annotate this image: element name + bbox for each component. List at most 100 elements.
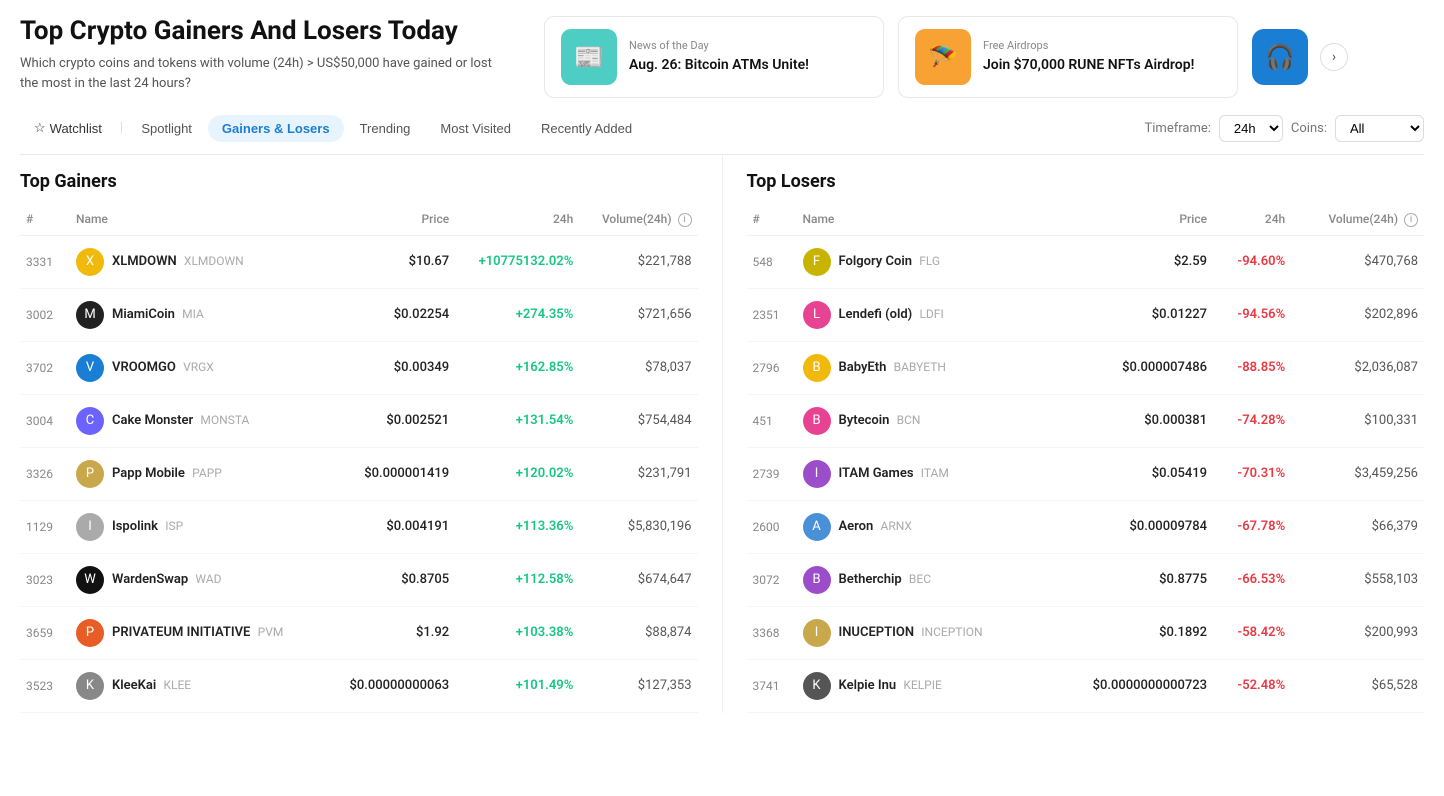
news-card-1[interactable]: 📰 News of the Day Aug. 26: Bitcoin ATMs … xyxy=(544,16,884,98)
star-icon: ☆ xyxy=(34,120,46,136)
losers-rank-8: 3741 xyxy=(747,659,797,712)
losers-volume-5: $66,379 xyxy=(1291,500,1424,553)
news-card-2[interactable]: 🪂 Free Airdrops Join $70,000 RUNE NFTs A… xyxy=(898,16,1238,98)
losers-col-price: Price xyxy=(1048,204,1213,235)
gainers-change-3: +131.54% xyxy=(455,394,579,447)
losers-row[interactable]: 451 B Bytecoin BCN $0.000381 -74.28% $10… xyxy=(747,394,1425,447)
gainers-row[interactable]: 3002 M MiamiCoin MIA $0.02254 +274.35% $… xyxy=(20,288,698,341)
losers-row[interactable]: 2600 A Aeron ARNX $0.00009784 -67.78% $6… xyxy=(747,500,1425,553)
losers-name-2[interactable]: B BabyEth BABYETH xyxy=(797,341,1048,394)
gainers-volume-4: $231,791 xyxy=(579,447,697,500)
gainers-change-7: +103.38% xyxy=(455,606,579,659)
losers-rank-3: 451 xyxy=(747,394,797,447)
gainers-rank-7: 3659 xyxy=(20,606,70,659)
losers-name-4[interactable]: I ITAM Games ITAM xyxy=(797,447,1048,500)
losers-row[interactable]: 3072 B Betherchip BEC $0.8775 -66.53% $5… xyxy=(747,553,1425,606)
losers-row[interactable]: 2796 B BabyEth BABYETH $0.000007486 -88.… xyxy=(747,341,1425,394)
gainers-volume-3: $754,484 xyxy=(579,394,697,447)
gainers-row[interactable]: 3023 W WardenSwap WAD $0.8705 +112.58% $… xyxy=(20,553,698,606)
losers-name-6[interactable]: B Betherchip BEC xyxy=(797,553,1048,606)
losers-change-7: -58.42% xyxy=(1213,606,1291,659)
timeframe-select[interactable]: 24h 1h 7d xyxy=(1219,115,1283,142)
losers-row[interactable]: 2351 L Lendefi (old) LDFI $0.01227 -94.5… xyxy=(747,288,1425,341)
losers-name-5[interactable]: A Aeron ARNX xyxy=(797,500,1048,553)
gainers-change-1: +274.35% xyxy=(455,288,579,341)
losers-rank-1: 2351 xyxy=(747,288,797,341)
losers-name-8[interactable]: K Kelpie Inu KELPIE xyxy=(797,659,1048,712)
gainers-volume-8: $127,353 xyxy=(579,659,697,712)
losers-col-change: 24h xyxy=(1213,204,1291,235)
gainers-name-2[interactable]: V VROOMGO VRGX xyxy=(70,341,325,394)
gainers-price-7: $1.92 xyxy=(325,606,455,659)
gainers-name-5[interactable]: I Ispolink ISP xyxy=(70,500,325,553)
losers-volume-info-icon[interactable]: i xyxy=(1404,213,1418,227)
gainers-change-4: +120.02% xyxy=(455,447,579,500)
gainers-row[interactable]: 3659 P PRIVATEUM INITIATIVE PVM $1.92 +1… xyxy=(20,606,698,659)
losers-name-0[interactable]: F Folgory Coin FLG xyxy=(797,235,1048,288)
app-icon: 🎧 xyxy=(1252,29,1308,85)
news-card-2-label: Free Airdrops xyxy=(983,39,1194,52)
gainers-price-0: $10.67 xyxy=(325,235,455,288)
gainers-volume-2: $78,037 xyxy=(579,341,697,394)
gainers-change-6: +112.58% xyxy=(455,553,579,606)
tab-gainers-losers[interactable]: Gainers & Losers xyxy=(208,115,344,142)
losers-change-1: -94.56% xyxy=(1213,288,1291,341)
timeframe-label: Timeframe: xyxy=(1145,121,1211,136)
gainers-name-1[interactable]: M MiamiCoin MIA xyxy=(70,288,325,341)
losers-row[interactable]: 3368 I INUCEPTION INCEPTION $0.1892 -58.… xyxy=(747,606,1425,659)
losers-col-name: Name xyxy=(797,204,1048,235)
gainers-change-2: +162.85% xyxy=(455,341,579,394)
losers-price-7: $0.1892 xyxy=(1048,606,1213,659)
gainers-name-8[interactable]: K KleeKai KLEE xyxy=(70,659,325,712)
tab-most-visited[interactable]: Most Visited xyxy=(426,115,525,142)
losers-name-1[interactable]: L Lendefi (old) LDFI xyxy=(797,288,1048,341)
losers-name-7[interactable]: I INUCEPTION INCEPTION xyxy=(797,606,1048,659)
coins-select[interactable]: All Top 100 xyxy=(1335,115,1424,142)
tab-recently-added[interactable]: Recently Added xyxy=(527,115,646,142)
gainers-col-change: 24h xyxy=(455,204,579,235)
losers-name-3[interactable]: B Bytecoin BCN xyxy=(797,394,1048,447)
news-card-1-icon: 📰 xyxy=(561,29,617,85)
losers-volume-2: $2,036,087 xyxy=(1291,341,1424,394)
gainers-col-price: Price xyxy=(325,204,455,235)
gainers-rank-1: 3002 xyxy=(20,288,70,341)
gainers-row[interactable]: 3702 V VROOMGO VRGX $0.00349 +162.85% $7… xyxy=(20,341,698,394)
gainers-row[interactable]: 3004 C Cake Monster MONSTA $0.002521 +13… xyxy=(20,394,698,447)
coins-label: Coins: xyxy=(1291,121,1327,136)
gainers-row[interactable]: 3331 X XLMDOWN XLMDOWN $10.67 +10775132.… xyxy=(20,235,698,288)
gainers-volume-5: $5,830,196 xyxy=(579,500,697,553)
losers-price-1: $0.01227 xyxy=(1048,288,1213,341)
losers-title: Top Losers xyxy=(747,155,1425,204)
losers-row[interactable]: 3741 K Kelpie Inu KELPIE $0.000000000072… xyxy=(747,659,1425,712)
gainers-name-6[interactable]: W WardenSwap WAD xyxy=(70,553,325,606)
gainers-name-4[interactable]: P Papp Mobile PAPP xyxy=(70,447,325,500)
gainers-name-3[interactable]: C Cake Monster MONSTA xyxy=(70,394,325,447)
tab-trending[interactable]: Trending xyxy=(346,115,425,142)
losers-price-3: $0.000381 xyxy=(1048,394,1213,447)
losers-change-2: -88.85% xyxy=(1213,341,1291,394)
gainers-price-2: $0.00349 xyxy=(325,341,455,394)
page-subtitle: Which crypto coins and tokens with volum… xyxy=(20,54,500,93)
gainers-rank-5: 1129 xyxy=(20,500,70,553)
losers-price-4: $0.05419 xyxy=(1048,447,1213,500)
gainers-price-6: $0.8705 xyxy=(325,553,455,606)
losers-volume-4: $3,459,256 xyxy=(1291,447,1424,500)
gainers-row[interactable]: 3326 P Papp Mobile PAPP $0.000001419 +12… xyxy=(20,447,698,500)
tab-watchlist[interactable]: ☆ Watchlist xyxy=(20,114,116,142)
news-card-1-title: Aug. 26: Bitcoin ATMs Unite! xyxy=(629,56,809,74)
gainers-row[interactable]: 1129 I Ispolink ISP $0.004191 +113.36% $… xyxy=(20,500,698,553)
losers-col-volume: Volume(24h) i xyxy=(1291,204,1424,235)
page-title: Top Crypto Gainers And Losers Today xyxy=(20,16,520,46)
gainers-volume-7: $88,874 xyxy=(579,606,697,659)
losers-change-8: -52.48% xyxy=(1213,659,1291,712)
losers-row[interactable]: 548 F Folgory Coin FLG $2.59 -94.60% $47… xyxy=(747,235,1425,288)
tab-spotlight[interactable]: Spotlight xyxy=(127,115,206,142)
gainers-row[interactable]: 3523 K KleeKai KLEE $0.00000000063 +101.… xyxy=(20,659,698,712)
gainers-name-0[interactable]: X XLMDOWN XLMDOWN xyxy=(70,235,325,288)
losers-rank-5: 2600 xyxy=(747,500,797,553)
losers-row[interactable]: 2739 I ITAM Games ITAM $0.05419 -70.31% … xyxy=(747,447,1425,500)
gainers-rank-8: 3523 xyxy=(20,659,70,712)
gainers-name-7[interactable]: P PRIVATEUM INITIATIVE PVM xyxy=(70,606,325,659)
gainers-volume-info-icon[interactable]: i xyxy=(678,213,692,227)
chevron-right-nav[interactable]: › xyxy=(1320,43,1348,71)
